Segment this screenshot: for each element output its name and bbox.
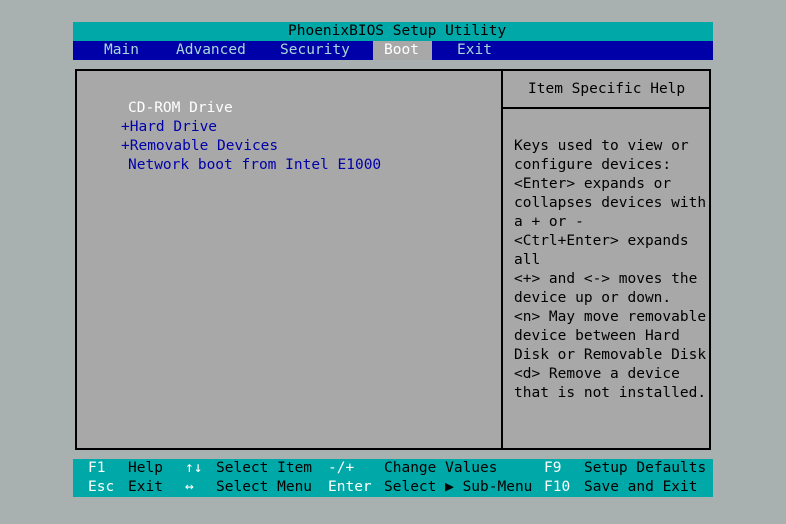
f1-key: F1 — [88, 460, 106, 476]
help-line: <n> May move removable — [514, 309, 707, 325]
menu-tab-security[interactable]: Security — [280, 41, 350, 60]
boot-item-label: Removable Devices — [129, 138, 279, 154]
help-line: Keys used to view or — [514, 138, 689, 154]
boot-item-network[interactable]: Network boot from Intel E1000 — [128, 156, 381, 175]
help-line: a + or - — [514, 214, 584, 230]
menu-tab-advanced[interactable]: Advanced — [176, 41, 246, 60]
change-values-desc: Change Values — [384, 460, 498, 476]
main-panel: CD-ROM Drive +Hard Drive +Removable Devi… — [75, 69, 711, 450]
f9-key: F9 — [544, 460, 562, 476]
boot-item-label: CD-ROM Drive — [128, 100, 233, 116]
menu-tab-boot[interactable]: Boot — [373, 41, 432, 60]
help-title: Item Specific Help — [528, 81, 686, 97]
boot-item-cdrom[interactable]: CD-ROM Drive — [128, 99, 233, 118]
menu-tab-main[interactable]: Main — [104, 41, 139, 60]
minus-plus-key: -/+ — [328, 460, 355, 476]
panel-divider — [501, 71, 503, 448]
help-line: <Enter> expands or — [514, 176, 672, 192]
menu-tab-exit[interactable]: Exit — [457, 41, 492, 60]
boot-item-hard-drive[interactable]: +Hard Drive — [121, 118, 217, 137]
save-and-exit-desc: Save and Exit — [584, 479, 698, 495]
help-line: device between Hard — [514, 328, 680, 344]
select-submenu-desc: Select ▶ Sub-Menu — [384, 479, 533, 495]
help-line: configure devices: — [514, 157, 672, 173]
boot-item-label: Network boot from Intel E1000 — [128, 157, 382, 173]
select-item-desc: Select Item — [216, 460, 313, 476]
help-line: all — [514, 252, 541, 268]
help-line: device up or down. — [514, 290, 672, 306]
esc-key: Esc — [88, 479, 115, 495]
left-right-arrows-icon: ↔ — [185, 479, 194, 495]
help-line: Disk or Removable Disk — [514, 347, 707, 363]
select-menu-desc: Select Menu — [216, 479, 313, 495]
expand-marker: + — [121, 138, 130, 154]
help-line: collapses devices with — [514, 195, 707, 211]
help-line: <+> and <-> moves the — [514, 271, 698, 287]
boot-item-label: Hard Drive — [129, 119, 218, 135]
f10-key: F10 — [544, 479, 571, 495]
up-down-arrows-icon: ↑↓ — [185, 460, 203, 476]
help-line: <d> Remove a device — [514, 366, 680, 382]
f1-desc: Help — [128, 460, 163, 476]
key-legend-footer: F1 Help ↑↓ Select Item -/+ Change Values… — [73, 459, 713, 497]
help-line: <Ctrl+Enter> expands — [514, 233, 689, 249]
title-bar: PhoenixBIOS Setup Utility — [73, 22, 713, 41]
boot-item-removable[interactable]: +Removable Devices — [121, 137, 278, 156]
exit-desc: Exit — [128, 479, 163, 495]
setup-defaults-desc: Setup Defaults — [584, 460, 707, 476]
menu-bar: Main Advanced Security Boot Exit — [73, 41, 713, 60]
app-title: PhoenixBIOS Setup Utility — [288, 23, 507, 39]
help-line: that is not installed. — [514, 385, 707, 401]
expand-marker: + — [121, 119, 130, 135]
enter-key: Enter — [328, 479, 372, 495]
help-title-rule — [503, 107, 709, 109]
